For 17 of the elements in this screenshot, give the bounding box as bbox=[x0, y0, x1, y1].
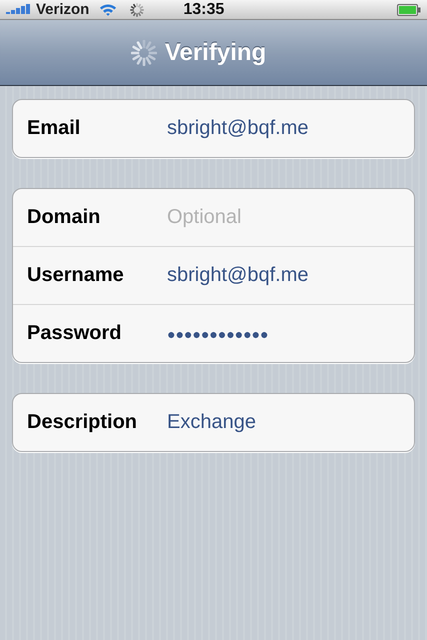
field-label: Domain bbox=[27, 206, 102, 229]
wifi-icon bbox=[99, 2, 118, 16]
input-field[interactable]: sbright@bqf.me bbox=[167, 117, 308, 140]
field-label: Password bbox=[27, 322, 122, 345]
password-field[interactable]: ●●●●●●●●●●●● bbox=[167, 326, 268, 342]
input-field[interactable]: sbright@bqf.me bbox=[167, 264, 308, 287]
battery-icon bbox=[397, 4, 421, 16]
loading-spinner-icon bbox=[130, 40, 157, 66]
field-label: Username bbox=[27, 264, 125, 287]
field-label: Email bbox=[27, 117, 82, 140]
signal-icon bbox=[6, 4, 32, 16]
carrier-name: Verizon bbox=[36, 1, 90, 18]
clock-time: 13:35 bbox=[183, 0, 224, 18]
nav-title: Verifying bbox=[164, 38, 266, 66]
activity-spinner-icon bbox=[129, 2, 146, 18]
field-label: Description bbox=[27, 411, 138, 434]
input-field[interactable]: Exchange bbox=[167, 411, 256, 434]
